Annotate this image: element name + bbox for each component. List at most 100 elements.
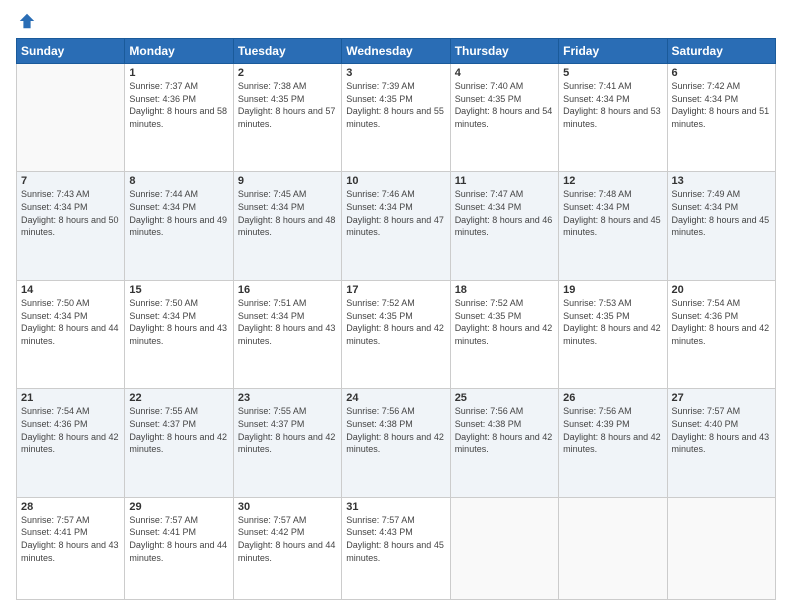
calendar-cell: 31 Sunrise: 7:57 AM Sunset: 4:43 PM Dayl…: [342, 497, 450, 599]
day-info: Sunrise: 7:43 AM Sunset: 4:34 PM Dayligh…: [21, 188, 120, 238]
day-number: 12: [563, 175, 662, 187]
day-info: Sunrise: 7:45 AM Sunset: 4:34 PM Dayligh…: [238, 188, 337, 238]
day-number: 28: [21, 501, 120, 513]
day-info: Sunrise: 7:55 AM Sunset: 4:37 PM Dayligh…: [238, 405, 337, 455]
day-info: Sunrise: 7:54 AM Sunset: 4:36 PM Dayligh…: [21, 405, 120, 455]
calendar-cell: 9 Sunrise: 7:45 AM Sunset: 4:34 PM Dayli…: [233, 172, 341, 280]
weekday-header-friday: Friday: [559, 39, 667, 64]
day-number: 25: [455, 392, 554, 404]
logo-icon: [18, 12, 36, 30]
day-number: 13: [672, 175, 771, 187]
day-number: 31: [346, 501, 445, 513]
day-info: Sunrise: 7:40 AM Sunset: 4:35 PM Dayligh…: [455, 80, 554, 130]
calendar-cell: 24 Sunrise: 7:56 AM Sunset: 4:38 PM Dayl…: [342, 389, 450, 497]
logo: [16, 12, 36, 30]
day-info: Sunrise: 7:49 AM Sunset: 4:34 PM Dayligh…: [672, 188, 771, 238]
day-number: 1: [129, 67, 228, 79]
calendar-cell: [667, 497, 775, 599]
day-number: 2: [238, 67, 337, 79]
day-number: 22: [129, 392, 228, 404]
day-number: 20: [672, 284, 771, 296]
day-info: Sunrise: 7:55 AM Sunset: 4:37 PM Dayligh…: [129, 405, 228, 455]
day-info: Sunrise: 7:56 AM Sunset: 4:38 PM Dayligh…: [455, 405, 554, 455]
weekday-header-sunday: Sunday: [17, 39, 125, 64]
day-number: 9: [238, 175, 337, 187]
day-number: 30: [238, 501, 337, 513]
day-number: 10: [346, 175, 445, 187]
weekday-header-saturday: Saturday: [667, 39, 775, 64]
calendar-cell: 15 Sunrise: 7:50 AM Sunset: 4:34 PM Dayl…: [125, 280, 233, 388]
calendar-cell: 4 Sunrise: 7:40 AM Sunset: 4:35 PM Dayli…: [450, 64, 558, 172]
day-info: Sunrise: 7:50 AM Sunset: 4:34 PM Dayligh…: [129, 297, 228, 347]
day-info: Sunrise: 7:37 AM Sunset: 4:36 PM Dayligh…: [129, 80, 228, 130]
calendar-week-row: 1 Sunrise: 7:37 AM Sunset: 4:36 PM Dayli…: [17, 64, 776, 172]
day-info: Sunrise: 7:51 AM Sunset: 4:34 PM Dayligh…: [238, 297, 337, 347]
calendar-cell: 28 Sunrise: 7:57 AM Sunset: 4:41 PM Dayl…: [17, 497, 125, 599]
day-number: 5: [563, 67, 662, 79]
day-number: 17: [346, 284, 445, 296]
calendar-cell: 16 Sunrise: 7:51 AM Sunset: 4:34 PM Dayl…: [233, 280, 341, 388]
calendar-cell: 5 Sunrise: 7:41 AM Sunset: 4:34 PM Dayli…: [559, 64, 667, 172]
calendar-week-row: 21 Sunrise: 7:54 AM Sunset: 4:36 PM Dayl…: [17, 389, 776, 497]
calendar-week-row: 28 Sunrise: 7:57 AM Sunset: 4:41 PM Dayl…: [17, 497, 776, 599]
day-number: 21: [21, 392, 120, 404]
day-info: Sunrise: 7:42 AM Sunset: 4:34 PM Dayligh…: [672, 80, 771, 130]
day-number: 6: [672, 67, 771, 79]
day-info: Sunrise: 7:39 AM Sunset: 4:35 PM Dayligh…: [346, 80, 445, 130]
day-number: 24: [346, 392, 445, 404]
day-info: Sunrise: 7:52 AM Sunset: 4:35 PM Dayligh…: [455, 297, 554, 347]
calendar-week-row: 14 Sunrise: 7:50 AM Sunset: 4:34 PM Dayl…: [17, 280, 776, 388]
calendar-table: SundayMondayTuesdayWednesdayThursdayFrid…: [16, 38, 776, 600]
day-info: Sunrise: 7:50 AM Sunset: 4:34 PM Dayligh…: [21, 297, 120, 347]
day-info: Sunrise: 7:52 AM Sunset: 4:35 PM Dayligh…: [346, 297, 445, 347]
weekday-header-monday: Monday: [125, 39, 233, 64]
day-number: 15: [129, 284, 228, 296]
calendar-cell: [559, 497, 667, 599]
weekday-header-row: SundayMondayTuesdayWednesdayThursdayFrid…: [17, 39, 776, 64]
calendar-cell: 14 Sunrise: 7:50 AM Sunset: 4:34 PM Dayl…: [17, 280, 125, 388]
day-number: 29: [129, 501, 228, 513]
calendar-cell: 27 Sunrise: 7:57 AM Sunset: 4:40 PM Dayl…: [667, 389, 775, 497]
calendar-cell: 1 Sunrise: 7:37 AM Sunset: 4:36 PM Dayli…: [125, 64, 233, 172]
calendar-cell: 25 Sunrise: 7:56 AM Sunset: 4:38 PM Dayl…: [450, 389, 558, 497]
calendar-cell: 29 Sunrise: 7:57 AM Sunset: 4:41 PM Dayl…: [125, 497, 233, 599]
day-number: 11: [455, 175, 554, 187]
day-info: Sunrise: 7:46 AM Sunset: 4:34 PM Dayligh…: [346, 188, 445, 238]
header: [16, 12, 776, 30]
calendar-cell: 20 Sunrise: 7:54 AM Sunset: 4:36 PM Dayl…: [667, 280, 775, 388]
day-number: 3: [346, 67, 445, 79]
calendar-cell: 17 Sunrise: 7:52 AM Sunset: 4:35 PM Dayl…: [342, 280, 450, 388]
page: SundayMondayTuesdayWednesdayThursdayFrid…: [0, 0, 792, 612]
calendar-week-row: 7 Sunrise: 7:43 AM Sunset: 4:34 PM Dayli…: [17, 172, 776, 280]
calendar-cell: 30 Sunrise: 7:57 AM Sunset: 4:42 PM Dayl…: [233, 497, 341, 599]
day-info: Sunrise: 7:57 AM Sunset: 4:40 PM Dayligh…: [672, 405, 771, 455]
calendar-cell: 13 Sunrise: 7:49 AM Sunset: 4:34 PM Dayl…: [667, 172, 775, 280]
calendar-cell: 7 Sunrise: 7:43 AM Sunset: 4:34 PM Dayli…: [17, 172, 125, 280]
day-number: 27: [672, 392, 771, 404]
calendar-cell: 19 Sunrise: 7:53 AM Sunset: 4:35 PM Dayl…: [559, 280, 667, 388]
calendar-cell: 23 Sunrise: 7:55 AM Sunset: 4:37 PM Dayl…: [233, 389, 341, 497]
day-info: Sunrise: 7:44 AM Sunset: 4:34 PM Dayligh…: [129, 188, 228, 238]
day-number: 26: [563, 392, 662, 404]
day-info: Sunrise: 7:41 AM Sunset: 4:34 PM Dayligh…: [563, 80, 662, 130]
day-info: Sunrise: 7:57 AM Sunset: 4:43 PM Dayligh…: [346, 514, 445, 564]
calendar-cell: 21 Sunrise: 7:54 AM Sunset: 4:36 PM Dayl…: [17, 389, 125, 497]
calendar-cell: 26 Sunrise: 7:56 AM Sunset: 4:39 PM Dayl…: [559, 389, 667, 497]
calendar-cell: 2 Sunrise: 7:38 AM Sunset: 4:35 PM Dayli…: [233, 64, 341, 172]
day-info: Sunrise: 7:48 AM Sunset: 4:34 PM Dayligh…: [563, 188, 662, 238]
day-info: Sunrise: 7:56 AM Sunset: 4:38 PM Dayligh…: [346, 405, 445, 455]
day-number: 4: [455, 67, 554, 79]
day-info: Sunrise: 7:53 AM Sunset: 4:35 PM Dayligh…: [563, 297, 662, 347]
day-number: 14: [21, 284, 120, 296]
day-number: 23: [238, 392, 337, 404]
day-number: 18: [455, 284, 554, 296]
day-info: Sunrise: 7:56 AM Sunset: 4:39 PM Dayligh…: [563, 405, 662, 455]
day-number: 8: [129, 175, 228, 187]
day-number: 19: [563, 284, 662, 296]
day-info: Sunrise: 7:57 AM Sunset: 4:42 PM Dayligh…: [238, 514, 337, 564]
day-info: Sunrise: 7:47 AM Sunset: 4:34 PM Dayligh…: [455, 188, 554, 238]
calendar-cell: 11 Sunrise: 7:47 AM Sunset: 4:34 PM Dayl…: [450, 172, 558, 280]
calendar-cell: 22 Sunrise: 7:55 AM Sunset: 4:37 PM Dayl…: [125, 389, 233, 497]
day-number: 7: [21, 175, 120, 187]
calendar-cell: 18 Sunrise: 7:52 AM Sunset: 4:35 PM Dayl…: [450, 280, 558, 388]
